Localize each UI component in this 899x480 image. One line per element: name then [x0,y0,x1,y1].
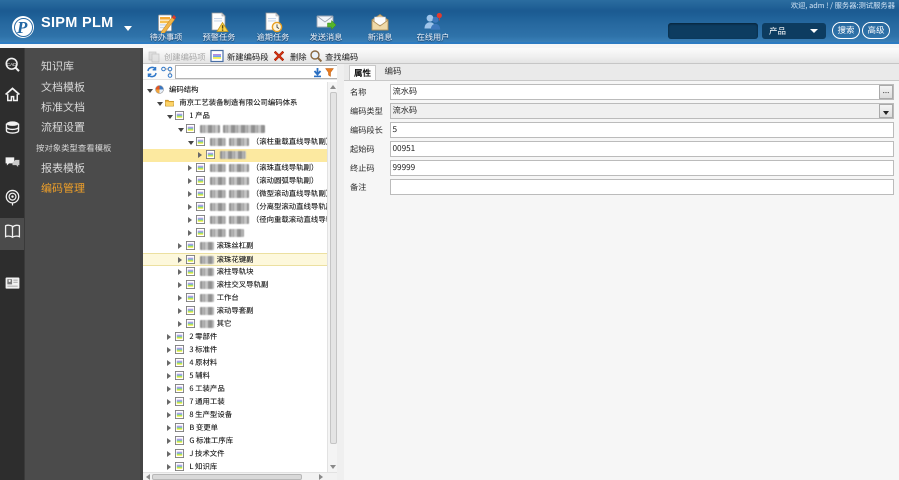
svg-text:CAD: CAD [7,62,17,67]
